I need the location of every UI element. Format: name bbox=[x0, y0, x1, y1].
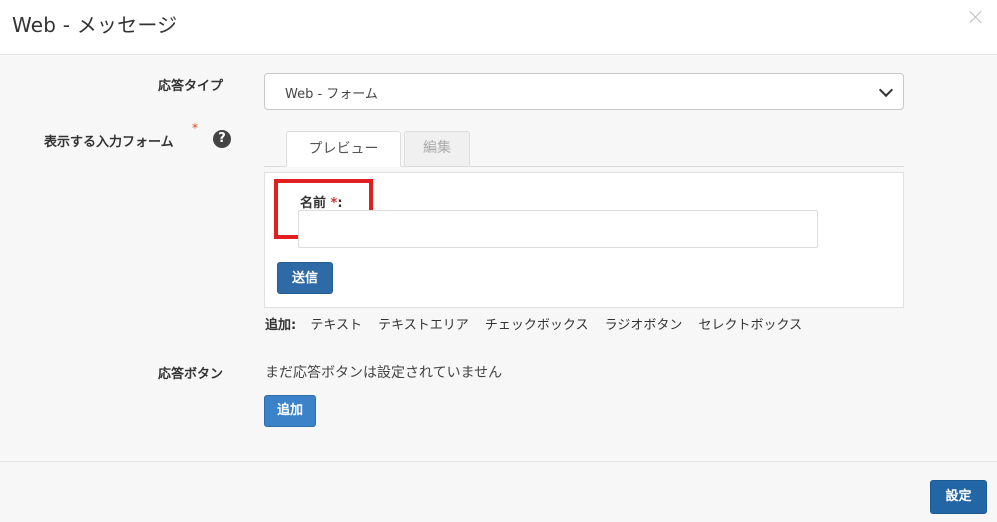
add-selectbox-link[interactable]: セレクトボックス bbox=[699, 318, 803, 333]
add-text-link[interactable]: テキスト bbox=[310, 318, 362, 333]
name-input[interactable] bbox=[298, 210, 818, 248]
footer-divider bbox=[0, 461, 997, 462]
input-form-label: 表示する入力フォーム bbox=[44, 135, 174, 150]
chevron-down-icon bbox=[878, 82, 894, 98]
add-checkbox-link[interactable]: チェックボックス bbox=[485, 318, 589, 333]
add-response-button[interactable]: 追加 bbox=[264, 395, 316, 427]
dialog-header: Web - メッセージ bbox=[0, 0, 997, 55]
tab-preview[interactable]: プレビュー bbox=[286, 131, 401, 167]
required-mark: * bbox=[192, 121, 198, 135]
add-field-row: 追加: テキスト テキストエリア チェックボックス ラジオボタン セレクトボック… bbox=[265, 314, 814, 333]
help-icon[interactable]: ? bbox=[213, 130, 231, 148]
tab-edit[interactable]: 編集 bbox=[404, 131, 470, 166]
confirm-button[interactable]: 設定 bbox=[930, 480, 987, 514]
add-field-label: 追加: bbox=[265, 318, 297, 333]
close-icon[interactable] bbox=[969, 10, 983, 24]
response-type-select[interactable]: Web - フォーム bbox=[264, 73, 904, 110]
add-radio-link[interactable]: ラジオボタン bbox=[605, 318, 683, 333]
add-textarea-link[interactable]: テキストエリア bbox=[378, 318, 469, 333]
response-type-label: 応答タイプ bbox=[158, 79, 224, 94]
dialog-title: Web - メッセージ bbox=[12, 13, 178, 37]
response-button-label: 応答ボタン bbox=[158, 367, 224, 382]
empty-response-buttons-text: まだ応答ボタンは設定されていません bbox=[265, 365, 503, 381]
response-type-value: Web - フォーム bbox=[285, 87, 378, 102]
submit-button[interactable]: 送信 bbox=[277, 262, 333, 294]
